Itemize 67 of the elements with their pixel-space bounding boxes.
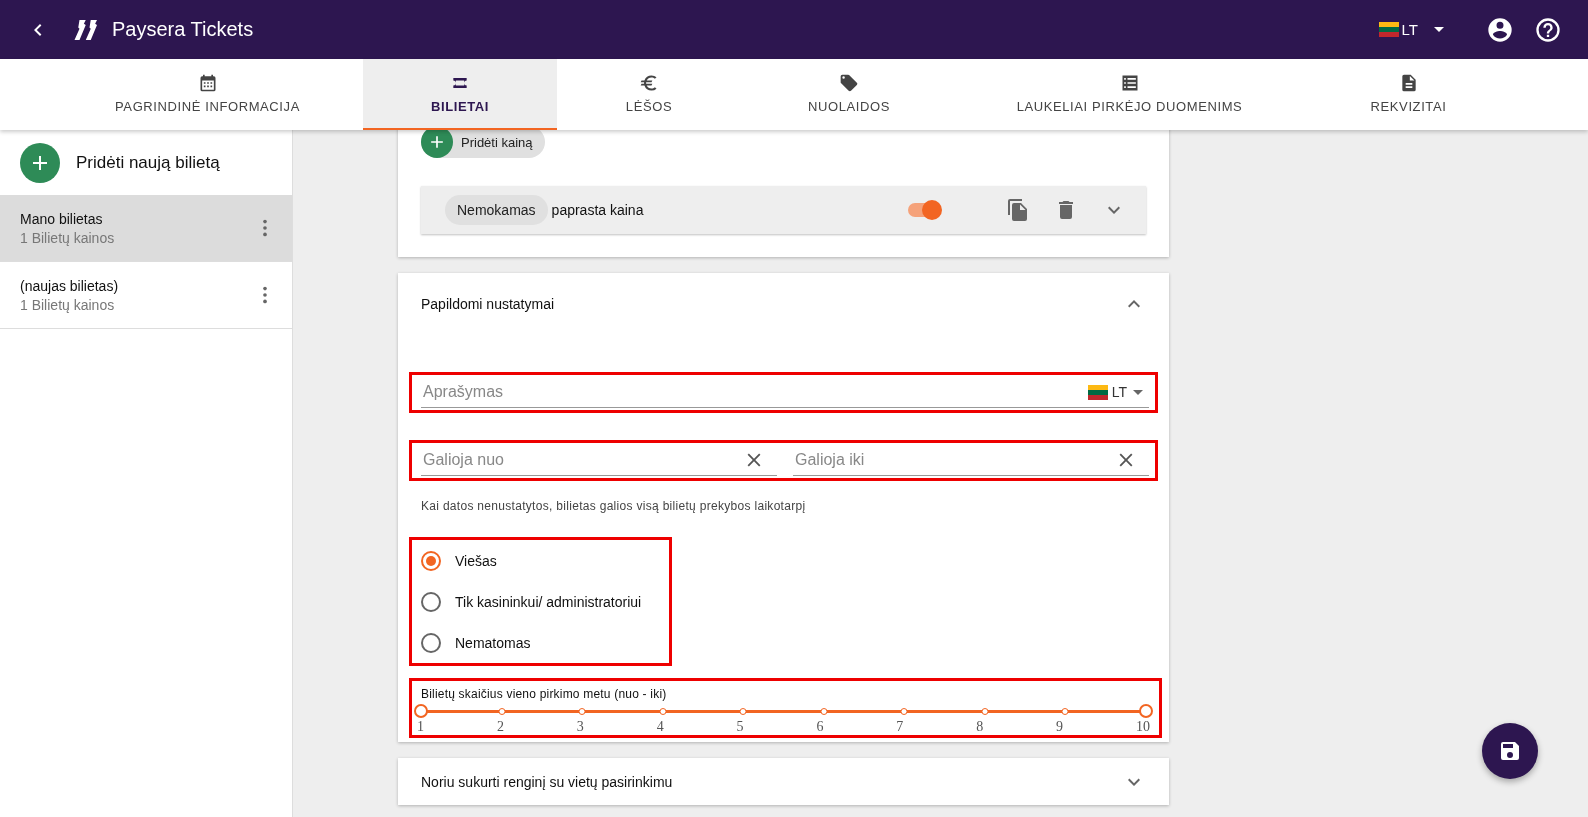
- radio-label[interactable]: Tik kasininkui/ administratoriui: [455, 593, 642, 610]
- section-title: Papildomi nustatymai: [421, 296, 556, 312]
- flag-icon: [1378, 22, 1399, 37]
- date-field[interactable]: Galioja iki: [793, 445, 1149, 476]
- tick-dot: [739, 708, 747, 715]
- radio-button[interactable]: [421, 632, 441, 653]
- tick-dot: [981, 708, 989, 715]
- tab[interactable]: NUOLAIDOS: [741, 59, 957, 130]
- slider-label: Bilietų skaičius vieno pirkimo metu (nuo - iki): [421, 687, 668, 701]
- help-icon[interactable]: [1534, 15, 1562, 44]
- tick-dot: [1061, 708, 1069, 715]
- save-icon: [1498, 739, 1522, 763]
- ticket-title: Mano bilietas: [20, 210, 104, 227]
- tick-label: 6: [816, 719, 824, 735]
- radio-label[interactable]: Nematomas: [455, 634, 531, 651]
- caret-icon[interactable]: [1133, 389, 1143, 395]
- plus-icon: [20, 142, 60, 183]
- tick-dot: [498, 708, 506, 715]
- tab[interactable]: LAUKELIAI PIRKĖJO DUOMENIMS: [957, 59, 1302, 130]
- range-slider[interactable]: [414, 704, 1153, 718]
- tick-label: 7: [896, 719, 904, 735]
- app-title: Paysera Tickets: [112, 18, 254, 41]
- tick-label: 1: [417, 719, 424, 735]
- language-selector[interactable]: LT: [1372, 20, 1450, 39]
- copy-icon[interactable]: [1006, 198, 1030, 222]
- slider-handle[interactable]: [414, 704, 428, 718]
- tags-icon: [839, 73, 859, 93]
- caret-icon: [1434, 27, 1444, 32]
- tick-label: 10: [1135, 719, 1150, 735]
- date-input[interactable]: Galioja iki: [793, 450, 1115, 470]
- tab[interactable]: BILIETAI: [363, 59, 557, 130]
- ticket-title: (naujas bilietas): [20, 277, 120, 294]
- flag-icon: [1087, 384, 1108, 400]
- save-button[interactable]: [1482, 723, 1538, 779]
- toggle-switch[interactable]: [906, 200, 942, 220]
- description-input[interactable]: Aprašymas: [421, 382, 1088, 402]
- tick-label: 8: [976, 719, 984, 735]
- radio-button[interactable]: [421, 550, 441, 571]
- radio-button[interactable]: [421, 591, 441, 612]
- ticket-subtitle: 1 Bilietų kainos: [20, 296, 116, 313]
- account-icon[interactable]: [1486, 15, 1514, 44]
- tab[interactable]: REKVIZITAI: [1302, 59, 1515, 130]
- tick-label: 3: [576, 719, 584, 735]
- tick-label: 4: [656, 719, 664, 735]
- tab[interactable]: LĖŠOS: [557, 59, 741, 130]
- tick-dot: [659, 708, 667, 715]
- slider-handle[interactable]: [1139, 704, 1153, 718]
- tick-dot: [900, 708, 908, 715]
- ticket-list-item[interactable]: Mano bilietas 1 Bilietų kainos: [0, 195, 292, 262]
- section-title: Noriu sukurti renginį su vietų pasirinkimu: [421, 773, 674, 790]
- tick-label: 2: [496, 719, 504, 735]
- price-name: paprasta kaina: [551, 202, 644, 218]
- radio-label[interactable]: Viešas: [455, 552, 497, 569]
- ticket-subtitle: 1 Bilietų kainos: [20, 229, 116, 246]
- date-field[interactable]: Galioja nuo: [421, 445, 777, 476]
- tick-dot: [820, 708, 828, 715]
- euro-icon: [639, 73, 659, 93]
- description-field[interactable]: Aprašymas LT: [421, 377, 1149, 408]
- price-chip: Nemokamas: [445, 195, 548, 225]
- tick-dot: [578, 708, 586, 715]
- tick-label: 9: [1056, 719, 1063, 735]
- tick-label: 5: [736, 719, 744, 735]
- date-input[interactable]: Galioja nuo: [421, 450, 743, 470]
- tab[interactable]: PAGRINDINĖ INFORMACIJA: [52, 59, 363, 130]
- hint-text: Kai datos nenustatytos, bilietas galios visą bilietų prekybos laikotarpį: [421, 499, 807, 513]
- language-code: LT: [1111, 384, 1127, 400]
- ticket-list-item[interactable]: (naujas bilietas) 1 Bilietų kainos: [0, 262, 292, 329]
